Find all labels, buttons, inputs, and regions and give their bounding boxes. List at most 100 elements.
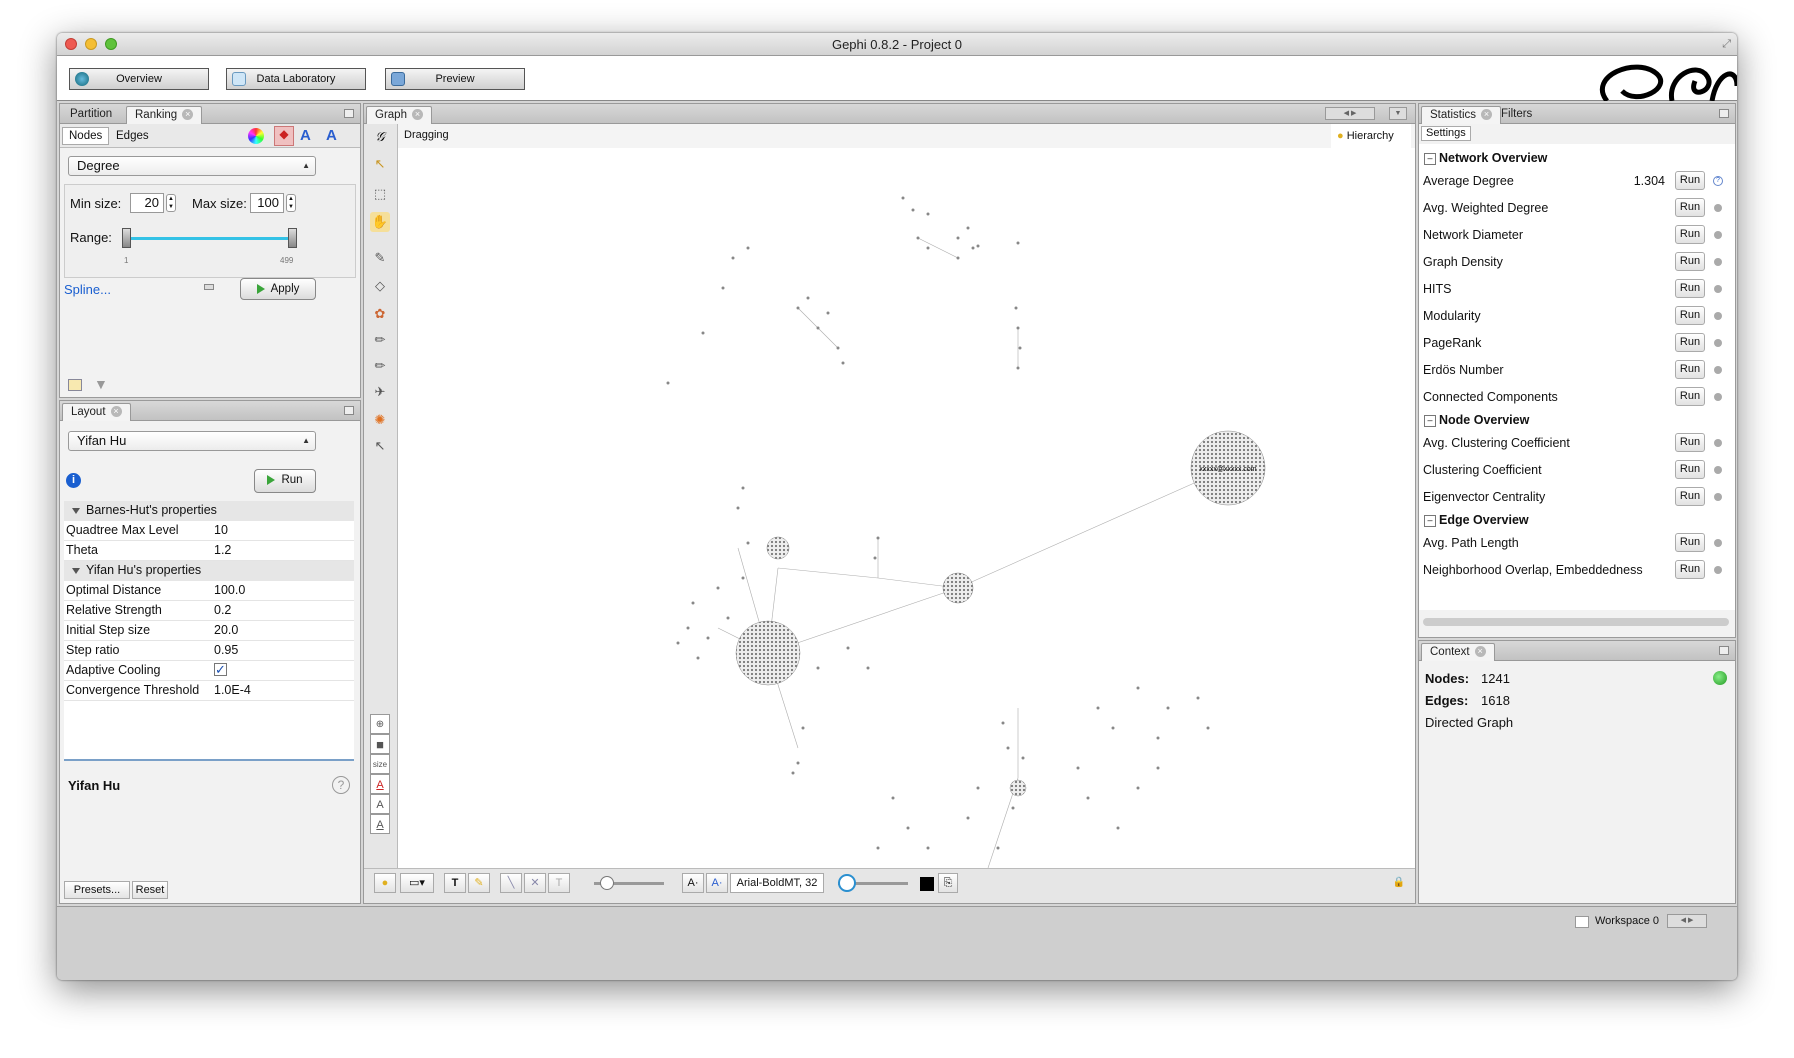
background-color-icon[interactable]: ■	[370, 734, 390, 754]
layout-algorithm-select[interactable]: Yifan Hu ▲	[68, 431, 316, 451]
close-tab-icon[interactable]: ×	[182, 109, 194, 121]
overview-button[interactable]: Overview	[69, 68, 209, 90]
show-edges-toggle[interactable]: ╲	[500, 873, 522, 893]
property-row[interactable]: Initial Step size 20.0	[64, 621, 354, 641]
run-layout-button[interactable]: Run	[254, 469, 316, 493]
size-diamond-icon[interactable]: ◆	[274, 126, 294, 146]
font-selector[interactable]: Arial-BoldMT, 32	[730, 873, 824, 893]
close-tab-icon[interactable]: ×	[1481, 109, 1493, 121]
tab-list-dropdown[interactable]: ▼	[1389, 107, 1407, 120]
spline-link[interactable]: Spline...	[64, 282, 111, 297]
property-row[interactable]: Quadtree Max Level 10	[64, 521, 354, 541]
run-avg-weighted-degree-button[interactable]: Run	[1675, 198, 1705, 217]
run-pagerank-button[interactable]: Run	[1675, 333, 1705, 352]
screenshot-dropdown[interactable]: ▭▾	[400, 873, 434, 893]
subtab-edges[interactable]: Edges	[110, 128, 155, 144]
property-row[interactable]: Convergence Threshold 1.0E-4	[64, 681, 354, 701]
rectangle-select-icon[interactable]: ⬚	[370, 184, 390, 204]
tab-partition[interactable]: Partition	[62, 106, 120, 124]
heat-map-icon[interactable]: ✺	[370, 410, 390, 430]
pencil-edge-icon[interactable]: ✏	[370, 356, 390, 376]
font-size-decrease[interactable]: A·	[682, 873, 704, 893]
edge-color-toggle[interactable]: ✎	[468, 873, 490, 893]
edge-weight-handle[interactable]	[600, 876, 614, 890]
run-neighborhood-overlap-button[interactable]: Run	[1675, 560, 1705, 579]
property-row[interactable]: Optimal Distance 100.0	[64, 581, 354, 601]
close-window-button[interactable]	[65, 38, 77, 50]
property-group[interactable]: Barnes-Hut's properties	[64, 501, 354, 521]
minimize-panel-icon[interactable]	[344, 406, 354, 415]
tab-scroll-arrows[interactable]: ◀ ▶	[1325, 107, 1375, 120]
graph-canvas[interactable]: xxxxx@xxxxx.com	[398, 148, 1415, 868]
settings-button[interactable]: Settings	[1421, 126, 1471, 141]
zoom-center-icon[interactable]: ⊕	[370, 714, 390, 734]
property-row[interactable]: Adaptive Cooling ✓	[64, 661, 354, 681]
workspace-nav-arrows[interactable]: ◀ ▶	[1667, 914, 1707, 928]
zoom-window-button[interactable]	[105, 38, 117, 50]
painter-brush-icon[interactable]: ✎	[370, 248, 390, 268]
tab-ranking[interactable]: Ranking ×	[126, 106, 203, 124]
range-slider-track[interactable]	[126, 237, 294, 240]
run-avg-path-length-button[interactable]: Run	[1675, 533, 1705, 552]
presets-button[interactable]: Presets...	[64, 881, 130, 899]
tab-statistics[interactable]: Statistics ×	[1421, 106, 1502, 124]
property-row[interactable]: Theta 1.2	[64, 541, 354, 561]
adaptive-cooling-checkbox[interactable]: ✓	[214, 663, 227, 676]
font-size-increase[interactable]: A·	[706, 873, 728, 893]
property-group[interactable]: Yifan Hu's properties	[64, 561, 354, 581]
range-min-handle[interactable]	[122, 228, 131, 248]
close-tab-icon[interactable]: ×	[411, 109, 423, 121]
help-icon[interactable]: ?	[332, 776, 350, 794]
range-max-handle[interactable]	[288, 228, 297, 248]
run-graph-density-button[interactable]: Run	[1675, 252, 1705, 271]
filter-funnel-icon[interactable]: ▼	[94, 376, 108, 392]
show-labels-toggle[interactable]: T	[444, 873, 466, 893]
minimize-panel-icon[interactable]	[344, 109, 354, 118]
min-size-stepper[interactable]: ▲ ▼	[166, 194, 176, 212]
label-size-icon[interactable]: A	[326, 127, 337, 144]
lock-icon[interactable]: 🔒	[1393, 877, 1405, 888]
run-clustering-button[interactable]: Run	[1675, 460, 1705, 479]
run-modularity-button[interactable]: Run	[1675, 306, 1705, 325]
network-overview-header[interactable]: Network Overview	[1419, 150, 1733, 168]
label-size-handle[interactable]	[838, 874, 856, 892]
hierarchy-toggle[interactable]: ● Hierarchy	[1331, 124, 1411, 148]
tab-filters[interactable]: Filters	[1493, 106, 1540, 124]
label-color-icon[interactable]: A	[300, 127, 311, 144]
lightbulb-toggle[interactable]: ●	[374, 873, 396, 893]
run-network-diameter-button[interactable]: Run	[1675, 225, 1705, 244]
run-connected-components-button[interactable]: Run	[1675, 387, 1705, 406]
label-size-toggle[interactable]: A	[370, 814, 390, 834]
edge-labels-toggle[interactable]: T	[548, 873, 570, 893]
subtab-nodes[interactable]: Nodes	[62, 127, 110, 145]
minimize-window-button[interactable]	[85, 38, 97, 50]
result-list-icon[interactable]	[68, 379, 82, 391]
edge-color-mode-toggle[interactable]: ✕	[524, 873, 546, 893]
run-erdos-number-button[interactable]: Run	[1675, 360, 1705, 379]
shortest-path-icon[interactable]: ✈	[370, 382, 390, 402]
run-eigenvector-button[interactable]: Run	[1675, 487, 1705, 506]
preview-button[interactable]: Preview	[385, 68, 525, 90]
close-tab-icon[interactable]: ×	[110, 406, 122, 418]
tab-context[interactable]: Context ×	[1421, 643, 1495, 661]
label-color-swatch[interactable]	[920, 877, 934, 891]
ranking-attribute-select[interactable]: Degree ▲	[68, 156, 316, 176]
refresh-status-icon[interactable]	[1713, 671, 1727, 685]
max-size-input[interactable]: 100	[250, 193, 284, 213]
size-toggle[interactable]: size	[370, 754, 390, 774]
run-avg-clustering-button[interactable]: Run	[1675, 433, 1705, 452]
report-icon[interactable]: ?	[1713, 176, 1723, 186]
pencil-node-icon[interactable]: ✏	[370, 330, 390, 350]
close-tab-icon[interactable]: ×	[1474, 646, 1486, 658]
property-row[interactable]: Relative Strength 0.2	[64, 601, 354, 621]
property-row[interactable]: Step ratio 0.95	[64, 641, 354, 661]
drag-hand-icon[interactable]: ✋	[370, 212, 390, 232]
info-icon[interactable]: i	[66, 473, 81, 488]
node-overview-header[interactable]: Node Overview	[1419, 412, 1733, 430]
label-font-toggle[interactable]: A	[370, 794, 390, 814]
apply-button[interactable]: Apply	[240, 278, 316, 300]
sizer-diamond-icon[interactable]: ◇	[370, 276, 390, 296]
tab-graph[interactable]: Graph ×	[366, 106, 432, 124]
select-arrow-icon[interactable]: ↖	[370, 154, 390, 174]
reset-button[interactable]: Reset	[132, 881, 168, 899]
